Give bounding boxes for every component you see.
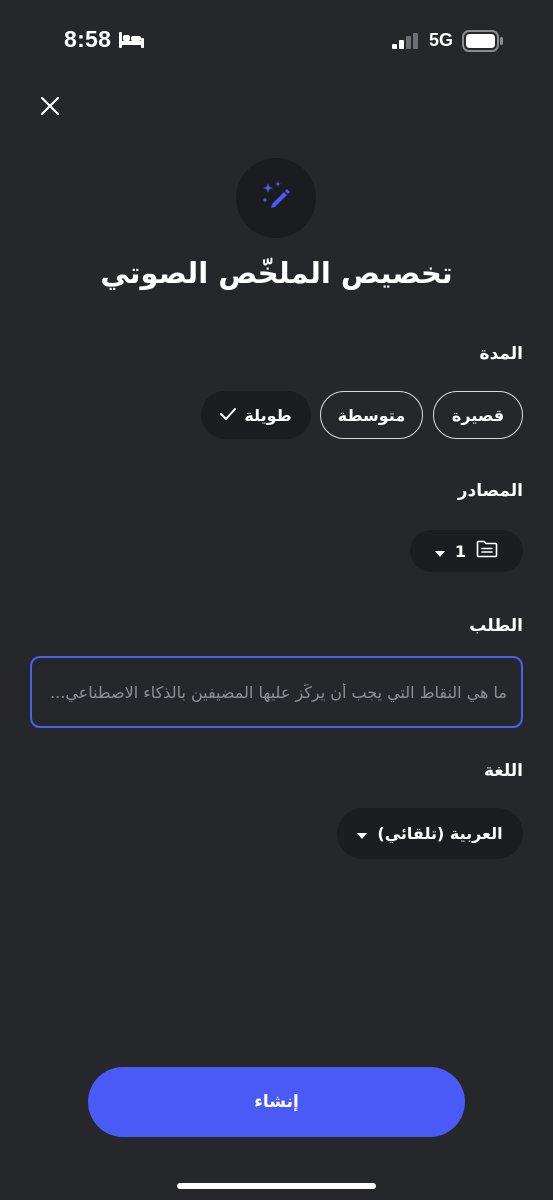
signal-icon (392, 33, 420, 53)
caret-down-icon (434, 542, 445, 561)
create-button[interactable]: إنشاء (88, 1067, 465, 1137)
magic-pen-icon (254, 174, 298, 222)
status-bar: 8:58 5G (0, 0, 553, 84)
close-button[interactable] (34, 92, 66, 124)
home-indicator (177, 1183, 376, 1189)
battery-icon (462, 30, 504, 56)
create-button-label: إنشاء (254, 1092, 299, 1112)
sources-count: 1 (454, 541, 467, 561)
caret-down-icon (357, 824, 368, 843)
language-selector[interactable]: العربية (تلقائي) (337, 808, 523, 859)
duration-option-long[interactable]: طويلة (201, 391, 311, 439)
page-title: تخصيص الملخّص الصوتي (100, 256, 453, 290)
prompt-label: الطلب (469, 616, 523, 636)
sources-selector[interactable]: 1 (410, 530, 523, 572)
checkmark-icon (220, 406, 237, 425)
duration-option-medium[interactable]: متوسطة (320, 391, 423, 439)
language-value: العربية (تلقائي) (377, 824, 503, 843)
folder-icon (476, 540, 498, 562)
language-label: اللغة (483, 761, 523, 781)
status-time: 8:58 (64, 26, 112, 52)
duration-label: المدة (479, 344, 523, 364)
duration-option-label: طويلة (244, 405, 292, 425)
bed-icon (119, 32, 144, 52)
duration-option-short[interactable]: قصيرة (433, 391, 523, 439)
prompt-placeholder: ما هي النقاط التي يجب أن يركِّز عليها ال… (50, 682, 507, 702)
prompt-input[interactable]: ما هي النقاط التي يجب أن يركِّز عليها ال… (30, 656, 523, 728)
close-icon (40, 96, 60, 120)
duration-option-label: قصيرة (451, 405, 505, 425)
duration-option-label: متوسطة (337, 405, 406, 425)
network-type: 5G (429, 30, 454, 50)
sources-label: المصادر (457, 481, 523, 501)
hero-icon-badge (236, 158, 316, 238)
